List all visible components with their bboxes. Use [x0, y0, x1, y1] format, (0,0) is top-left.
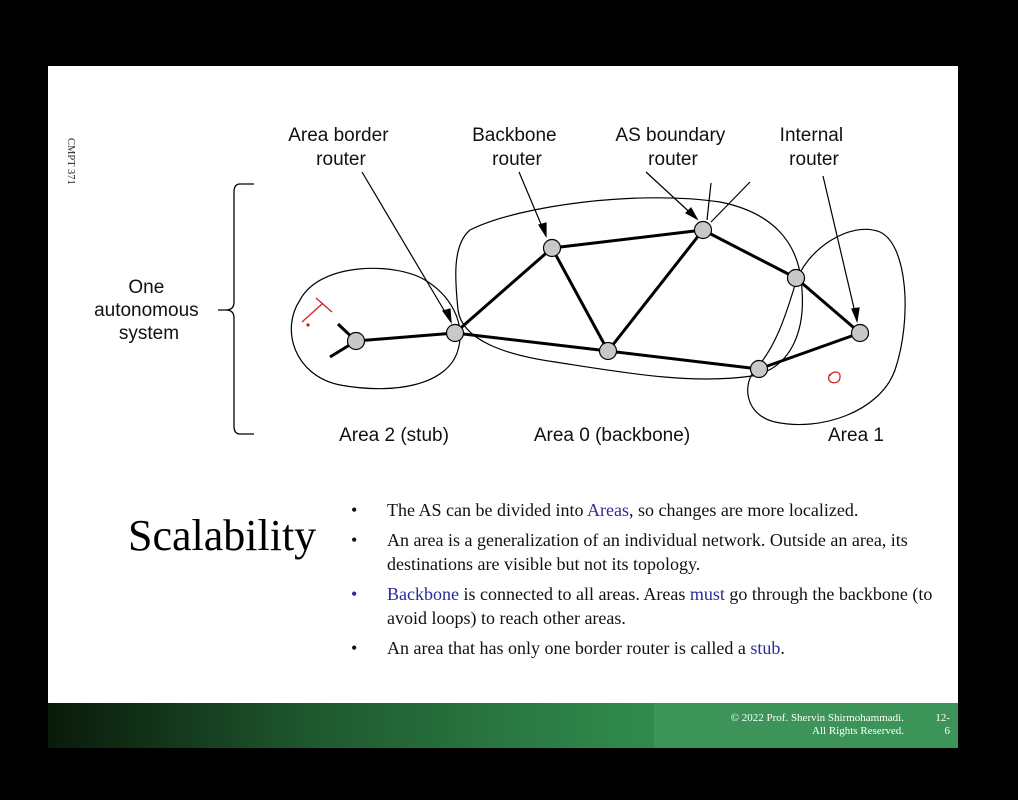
- bullet-item: • Backbone is connected to all areas. Are…: [348, 582, 938, 630]
- label-internal-router: Internal router: [780, 125, 849, 170]
- area1-outline: [747, 228, 906, 426]
- pointer-lines: [361, 171, 860, 325]
- slide-title: Scalability: [128, 511, 317, 560]
- router-backbone-bottom: [598, 341, 618, 361]
- label-area-border-router: Area border router: [288, 125, 394, 170]
- bullet-marker: •: [351, 530, 358, 550]
- router-area1-border-bottom: [749, 359, 769, 379]
- label-one-autonomous-system: One autonomous system: [94, 277, 204, 344]
- router-area2-internal: [346, 331, 366, 351]
- page-number: 12- 6: [935, 712, 950, 737]
- highlighted-term: stub: [750, 638, 781, 658]
- as-bracket: [218, 183, 254, 435]
- router-as-boundary: [693, 220, 713, 240]
- bullet-item: • The AS can be divided into Areas, so ch…: [348, 498, 938, 522]
- router-internal: [850, 323, 870, 343]
- router-backbone: [542, 238, 562, 258]
- label-as-boundary-router: AS boundary router: [615, 125, 730, 170]
- bullet-text: An area that has only one border router …: [387, 638, 751, 658]
- router-area1-border-top: [786, 268, 806, 288]
- highlighted-term: must: [689, 584, 725, 604]
- router-area-border: [445, 323, 465, 343]
- footer-bar: © 2022 Prof. Shervin Shirmohammadi. All …: [48, 703, 958, 748]
- ospf-area-diagram: Area border router Backbone router AS bo…: [94, 125, 906, 446]
- area2-outline: [290, 267, 461, 390]
- bullet-marker: •: [351, 500, 358, 520]
- label-backbone-router: Backbone router: [472, 125, 562, 170]
- bullet-text: An area is a generalization of an indivi…: [387, 530, 908, 574]
- label-area0: Area 0 (backbone): [534, 425, 690, 446]
- label-area1: Area 1: [828, 425, 884, 446]
- links: [329, 228, 861, 371]
- footer-info-box: © 2022 Prof. Shervin Shirmohammadi. All …: [654, 703, 958, 748]
- bullet-text: .: [780, 638, 785, 658]
- bullet-text: , so changes are more localized.: [628, 500, 859, 520]
- bullet-marker: •: [351, 638, 358, 658]
- highlighted-term: Areas: [586, 500, 629, 520]
- label-area2: Area 2 (stub): [339, 425, 449, 446]
- bullet-marker: •: [351, 584, 358, 604]
- bullet-list: • The AS can be divided into Areas, so ch…: [348, 498, 938, 666]
- bullet-item: • An area that has only one border router…: [348, 636, 938, 660]
- bullet-text: is connected to all areas. Areas: [458, 584, 690, 604]
- copyright-text: © 2022 Prof. Shervin Shirmohammadi. All …: [730, 712, 904, 737]
- bullet-item: • An area is a generalization of an indiv…: [348, 528, 938, 576]
- bullet-text: The AS can be divided into: [387, 500, 587, 520]
- highlighted-term: Backbone: [387, 584, 459, 604]
